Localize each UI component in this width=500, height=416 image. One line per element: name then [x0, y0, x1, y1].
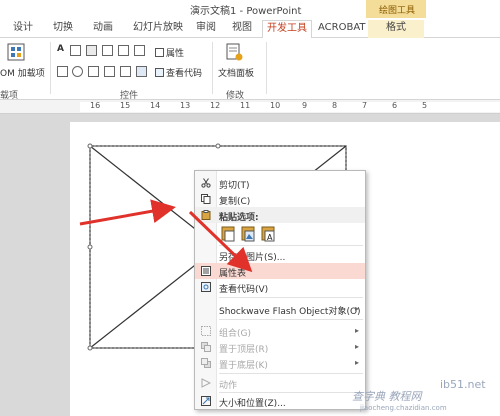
arrow-to-property-sheet	[188, 210, 253, 273]
watermark-url: jiaocheng.chazidian.com	[360, 404, 447, 412]
watermark-text: 查字典 教程网	[352, 390, 422, 403]
arrow-to-object	[79, 199, 176, 226]
annotation-arrows	[79, 199, 253, 273]
watermark-site: ib51.net	[440, 378, 486, 391]
